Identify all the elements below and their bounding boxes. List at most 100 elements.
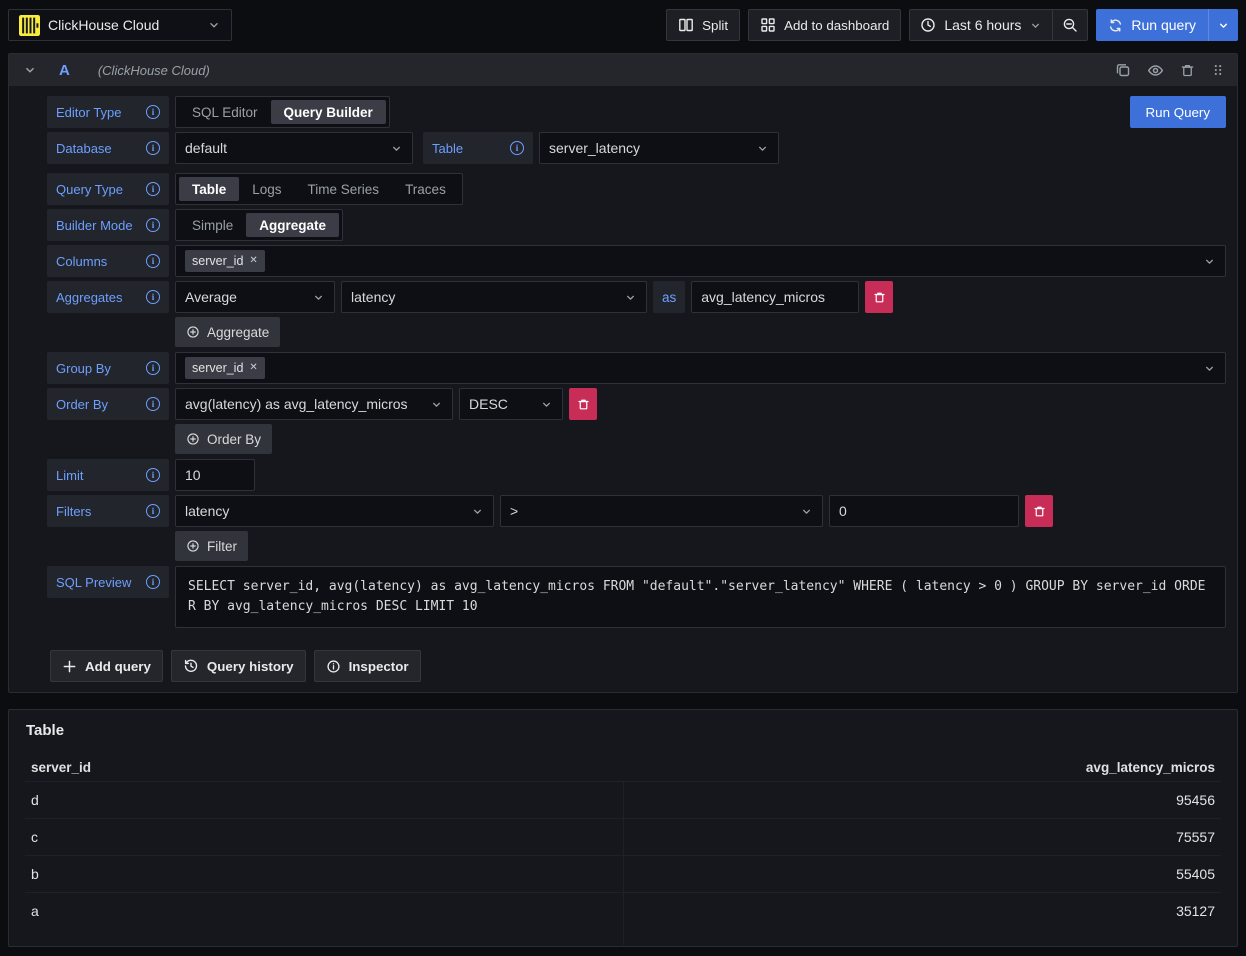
group-by-label: Group By: [47, 352, 169, 384]
info-icon[interactable]: [146, 290, 160, 304]
filter-value-input[interactable]: 0: [829, 495, 1019, 527]
time-range-picker[interactable]: Last 6 hours: [910, 10, 1052, 40]
column-header-avg-latency-micros[interactable]: avg_latency_micros: [623, 760, 1221, 775]
aggregates-label: Aggregates: [47, 281, 169, 313]
run-query-button[interactable]: Run query: [1096, 9, 1208, 41]
results-table-panel: Table server_id avg_latency_micros d 954…: [8, 709, 1238, 947]
add-to-dashboard-label: Add to dashboard: [784, 18, 889, 33]
run-query-options-button[interactable]: [1208, 9, 1238, 41]
limit-label: Limit: [47, 459, 169, 491]
column-header-server-id[interactable]: server_id: [25, 760, 623, 775]
info-icon[interactable]: [146, 105, 160, 119]
add-order-by-subrow: Order By: [47, 424, 1226, 454]
chevron-down-icon: [1029, 19, 1042, 32]
query-header-actions: [1115, 62, 1225, 79]
chevron-down-icon: [756, 142, 769, 155]
explore-toolbar: ClickHouse Cloud Split Add to dashboard …: [8, 7, 1238, 43]
info-icon[interactable]: [146, 397, 160, 411]
order-direction-select[interactable]: DESC: [459, 388, 563, 420]
query-history-button[interactable]: Query history: [171, 650, 306, 682]
option-aggregate[interactable]: Aggregate: [246, 213, 339, 237]
info-circle-icon: [326, 659, 341, 674]
group-by-multiselect[interactable]: server_id: [175, 352, 1226, 384]
option-simple[interactable]: Simple: [179, 213, 246, 237]
editor-type-label: Editor Type: [47, 96, 169, 128]
delete-query-trash-icon[interactable]: [1180, 63, 1195, 78]
duplicate-query-icon[interactable]: [1115, 62, 1131, 78]
aggregate-alias-input[interactable]: avg_latency_micros: [691, 281, 859, 313]
chevron-down-icon: [471, 505, 484, 518]
inspector-button[interactable]: Inspector: [314, 650, 421, 682]
run-query-editor-button[interactable]: Run Query: [1130, 96, 1226, 128]
run-query-split-button: Run query: [1096, 9, 1238, 41]
info-icon[interactable]: [146, 504, 160, 518]
time-picker-group: Last 6 hours: [909, 9, 1088, 41]
aggregate-function-select[interactable]: Average: [175, 281, 335, 313]
zoom-out-time-button[interactable]: [1052, 10, 1087, 40]
sql-preview-code: SELECT server_id, avg(latency) as avg_la…: [175, 566, 1226, 628]
cell-server-id: a: [25, 893, 623, 929]
info-icon[interactable]: [146, 141, 160, 155]
info-icon[interactable]: [146, 218, 160, 232]
columns-multiselect[interactable]: server_id: [175, 245, 1226, 277]
info-icon[interactable]: [146, 575, 160, 589]
option-logs[interactable]: Logs: [239, 177, 294, 201]
run-query-label: Run query: [1131, 17, 1196, 33]
aggregate-column-select[interactable]: latency: [341, 281, 647, 313]
remove-order-by-button[interactable]: [569, 388, 597, 420]
option-table[interactable]: Table: [179, 177, 239, 201]
option-traces[interactable]: Traces: [392, 177, 459, 201]
table-row: c 75557: [25, 818, 1221, 855]
hide-query-eye-icon[interactable]: [1147, 62, 1164, 79]
database-table-row: Database default Table server_latency: [47, 132, 1226, 164]
datasource-picker[interactable]: ClickHouse Cloud: [8, 9, 232, 41]
info-icon[interactable]: [510, 141, 524, 155]
table-select[interactable]: server_latency: [539, 132, 779, 164]
columns-label: Columns: [47, 245, 169, 277]
option-time-series[interactable]: Time Series: [295, 177, 393, 201]
table-row: b 55405: [25, 855, 1221, 892]
query-ref-id[interactable]: A: [59, 62, 70, 79]
add-filter-button[interactable]: Filter: [175, 531, 248, 561]
cell-server-id: b: [25, 856, 623, 892]
cell-avg-latency: 75557: [623, 819, 1221, 855]
limit-input[interactable]: 10: [175, 459, 255, 491]
collapse-chevron-icon[interactable]: [23, 63, 37, 77]
add-query-button[interactable]: Add query: [50, 650, 163, 682]
filter-field-select[interactable]: latency: [175, 495, 494, 527]
remove-aggregate-button[interactable]: [865, 281, 893, 313]
info-icon[interactable]: [146, 254, 160, 268]
remove-filter-button[interactable]: [1025, 495, 1053, 527]
database-select[interactable]: default: [175, 132, 413, 164]
panel-title: Table: [25, 720, 1221, 753]
add-aggregate-subrow: Aggregate: [47, 317, 1226, 347]
remove-chip-icon[interactable]: [249, 363, 257, 373]
add-to-dashboard-button[interactable]: Add to dashboard: [748, 9, 901, 41]
split-button[interactable]: Split: [666, 9, 740, 41]
drag-handle-icon[interactable]: [1211, 63, 1225, 77]
filter-operator-select[interactable]: >: [500, 495, 823, 527]
selected-group-by-chip: server_id: [185, 357, 265, 379]
option-query-builder[interactable]: Query Builder: [271, 100, 386, 124]
chevron-down-icon: [312, 291, 325, 304]
table-row: d 95456: [25, 781, 1221, 818]
add-order-by-button[interactable]: Order By: [175, 424, 272, 454]
group-by-row: Group By server_id: [47, 352, 1226, 384]
add-aggregate-button[interactable]: Aggregate: [175, 317, 280, 347]
remove-chip-icon[interactable]: [249, 256, 257, 266]
cell-avg-latency: 35127: [623, 893, 1221, 929]
builder-mode-radio-group: Simple Aggregate: [175, 209, 343, 241]
cell-server-id: c: [25, 819, 623, 855]
info-icon[interactable]: [146, 468, 160, 482]
time-range-label: Last 6 hours: [944, 17, 1021, 33]
info-icon[interactable]: [146, 182, 160, 196]
chevron-down-icon: [430, 398, 443, 411]
info-icon[interactable]: [146, 361, 160, 375]
chevron-down-icon: [800, 505, 813, 518]
plus-icon: [62, 659, 77, 674]
option-sql-editor[interactable]: SQL Editor: [179, 100, 271, 124]
columns-row: Columns server_id: [47, 245, 1226, 277]
editor-type-row: Editor Type SQL Editor Query Builder Run…: [47, 96, 1226, 128]
order-by-field-select[interactable]: avg(latency) as avg_latency_micros: [175, 388, 453, 420]
sql-preview-label: SQL Preview: [47, 566, 169, 598]
